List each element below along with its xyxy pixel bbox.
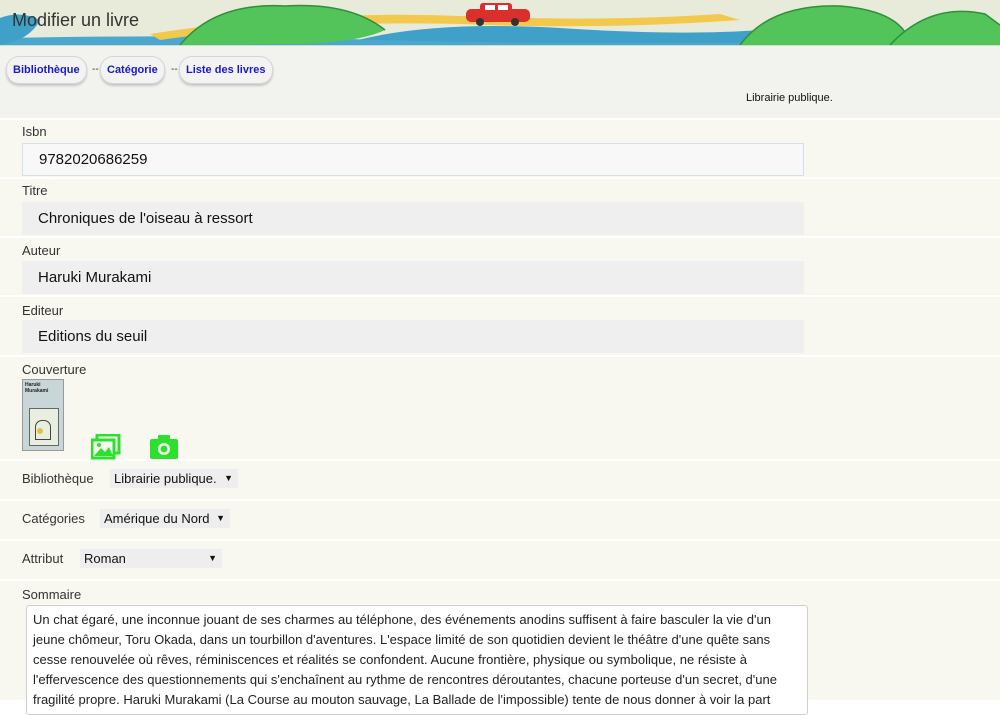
categories-selected-value: Amérique du Nord — [104, 511, 210, 526]
camera-icon[interactable] — [149, 434, 179, 460]
book-cover-image: Haruki Murakami — [22, 379, 64, 451]
chevron-down-icon: ▼ — [208, 553, 217, 563]
isbn-label: Isbn — [22, 124, 47, 139]
attribut-select[interactable]: Roman ▼ — [80, 549, 222, 568]
auteur-row: Auteur Haruki Murakami — [0, 238, 1000, 295]
couverture-row: Couverture Haruki Murakami — [0, 357, 1000, 460]
isbn-input[interactable]: 9782020686259 — [22, 143, 804, 176]
categories-label: Catégories — [22, 511, 85, 526]
sommaire-label: Sommaire — [22, 587, 82, 602]
sommaire-textarea[interactable]: Un chat égaré, une inconnue jouant de se… — [26, 605, 808, 715]
bibliotheque-label: Bibliothèque — [22, 471, 94, 486]
nav-area: Bibliothèque -- Catégorie -- Liste des l… — [0, 46, 1000, 118]
titre-label: Titre — [22, 183, 48, 198]
image-gallery-icon[interactable] — [90, 433, 121, 460]
bibliotheque-select[interactable]: Librairie publique. ▼ — [110, 469, 238, 488]
chevron-down-icon: ▼ — [224, 473, 233, 483]
isbn-row: Isbn 9782020686259 — [0, 120, 1000, 177]
attribut-label: Attribut — [22, 551, 64, 566]
editeur-label: Editeur — [22, 303, 64, 318]
couverture-label: Couverture — [22, 362, 87, 377]
editeur-row: Editeur Editions du seuil — [0, 297, 1000, 355]
library-name: Librairie publique. — [746, 92, 833, 104]
titre-input[interactable]: Chroniques de l'oiseau à ressort — [22, 202, 804, 235]
sommaire-row: Sommaire Un chat égaré, une inconnue jou… — [0, 581, 1000, 715]
editeur-input[interactable]: Editions du seuil — [22, 320, 804, 353]
auteur-input[interactable]: Haruki Murakami — [22, 261, 804, 294]
categories-select[interactable]: Amérique du Nord ▼ — [100, 509, 230, 528]
breadcrumb-bibliotheque[interactable]: Bibliothèque — [6, 56, 87, 84]
attribut-selected-value: Roman — [84, 551, 126, 566]
attribut-row: Attribut Roman ▼ — [0, 541, 1000, 579]
titre-row: Titre Chroniques de l'oiseau à ressort — [0, 179, 1000, 236]
breadcrumb-separator: -- — [92, 64, 99, 75]
page-title: Modifier un livre — [12, 10, 140, 30]
breadcrumb-categorie[interactable]: Catégorie — [100, 56, 165, 84]
categories-row: Catégories Amérique du Nord ▼ — [0, 501, 1000, 539]
bibliotheque-selected-value: Librairie publique. — [114, 471, 217, 486]
breadcrumb-separator: -- — [171, 64, 178, 75]
landscape-illustration — [0, 0, 1000, 45]
breadcrumb-liste-livres[interactable]: Liste des livres — [179, 56, 273, 84]
header-banner: Modifier un livre — [0, 0, 1000, 47]
auteur-label: Auteur — [22, 243, 61, 258]
cover-author-text: Haruki Murakami — [25, 382, 49, 394]
bibliotheque-row: Bibliothèque Librairie publique. ▼ — [0, 461, 1000, 499]
chevron-down-icon: ▼ — [216, 513, 225, 523]
